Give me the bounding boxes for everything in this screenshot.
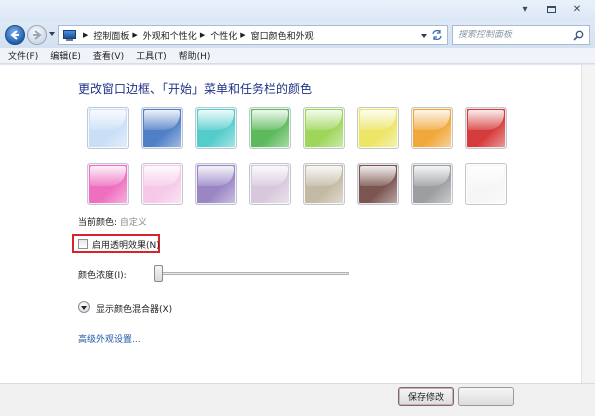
advanced-appearance-link[interactable]: 高级外观设置... — [78, 332, 141, 345]
back-button[interactable] — [5, 25, 25, 45]
caption-buttons: ▾ ✕ — [513, 2, 589, 17]
transparency-label[interactable]: 启用透明效果(N) — [92, 238, 160, 251]
search-box[interactable] — [452, 25, 590, 45]
color-swatch-twilight[interactable] — [141, 107, 183, 149]
color-swatch-fuchsia[interactable] — [87, 163, 129, 205]
close-button[interactable]: ✕ — [565, 2, 589, 17]
swatch-gloss — [468, 110, 504, 130]
recent-pages-dropdown[interactable] — [49, 32, 55, 36]
swatch-gloss — [306, 166, 342, 186]
color-swatch-ruby[interactable] — [465, 107, 507, 149]
address-bar[interactable]: ▶ 控制面板 ▶ 外观和个性化 ▶ 个性化 ▶ 窗口颜色和外观 — [58, 25, 448, 45]
chevron-down-icon — [81, 305, 87, 310]
expand-mixer-button[interactable] — [78, 301, 90, 313]
menu-edit[interactable]: 编辑(E) — [46, 49, 85, 62]
swatch-gloss — [90, 166, 126, 186]
color-swatch-pumpkin[interactable] — [411, 107, 453, 149]
menu-tools[interactable]: 工具(T) — [132, 49, 171, 62]
maximize-icon — [546, 6, 556, 13]
color-swatch-lemon[interactable] — [357, 107, 399, 149]
breadcrumb-window-color[interactable]: 窗口颜色和外观 — [251, 29, 314, 42]
color-swatch-lime[interactable] — [303, 107, 345, 149]
arrow-left-icon — [10, 30, 19, 40]
cancel-button[interactable] — [458, 387, 514, 406]
breadcrumb-appearance[interactable]: 外观和个性化 — [143, 29, 197, 42]
color-intensity-label: 颜色浓度(I): — [78, 271, 127, 281]
color-swatch-slate[interactable] — [411, 163, 453, 205]
color-swatch-leaf[interactable] — [249, 107, 291, 149]
breadcrumb-arrow-icon[interactable]: ▶ — [83, 31, 88, 39]
swatch-gloss — [414, 110, 450, 130]
menu-bar: 文件(F) 编辑(E) 查看(V) 工具(T) 帮助(H) — [0, 48, 595, 64]
swatch-gloss — [144, 110, 180, 130]
color-swatch-sea[interactable] — [195, 107, 237, 149]
address-dropdown-icon[interactable] — [421, 34, 427, 38]
menu-file[interactable]: 文件(F) — [4, 49, 42, 62]
color-mixer-label[interactable]: 显示颜色混合器(X) — [96, 302, 172, 315]
minimize-button[interactable]: ▾ — [513, 2, 537, 17]
color-swatch-blush[interactable] — [141, 163, 183, 205]
vertical-scrollbar[interactable] — [581, 65, 595, 383]
menu-help[interactable]: 帮助(H) — [175, 49, 215, 62]
color-swatch-chocolate[interactable] — [357, 163, 399, 205]
swatch-gloss — [360, 166, 396, 186]
swatch-gloss — [252, 110, 288, 130]
save-changes-button[interactable]: 保存修改 — [398, 387, 454, 406]
arrow-right-icon — [33, 30, 42, 40]
swatch-gloss — [360, 110, 396, 130]
swatch-gloss — [252, 166, 288, 186]
breadcrumb-arrow-icon[interactable]: ▶ — [240, 31, 245, 39]
swatch-gloss — [90, 110, 126, 130]
navigation-bar: ▶ 控制面板 ▶ 外观和个性化 ▶ 个性化 ▶ 窗口颜色和外观 — [0, 22, 595, 48]
swatch-gloss — [414, 166, 450, 186]
swatch-gloss — [198, 110, 234, 130]
color-swatch-frost[interactable] — [465, 163, 507, 205]
title-bar: ▾ ✕ — [0, 0, 595, 22]
search-input[interactable] — [458, 30, 568, 40]
current-color-value: 自定义 — [119, 218, 147, 228]
current-color-label: 当前颜色: — [78, 218, 118, 228]
color-intensity-slider[interactable] — [156, 272, 349, 275]
refresh-icon[interactable] — [431, 29, 443, 41]
search-icon[interactable] — [573, 30, 584, 41]
transparency-checkbox[interactable] — [78, 239, 88, 249]
swatch-gloss — [198, 166, 234, 186]
breadcrumb-arrow-icon[interactable]: ▶ — [200, 31, 205, 39]
current-color-readout: 当前颜色: 自定义 — [78, 215, 147, 228]
color-intensity-thumb[interactable] — [154, 265, 163, 282]
color-swatch-lavender[interactable] — [249, 163, 291, 205]
forward-button[interactable] — [27, 25, 47, 45]
color-swatch-sky[interactable] — [87, 107, 129, 149]
menu-view[interactable]: 查看(V) — [89, 49, 128, 62]
page-title: 更改窗口边框、「开始」菜单和任务栏的颜色 — [78, 82, 313, 96]
swatch-gloss — [468, 166, 504, 186]
color-swatch-taupe[interactable] — [303, 163, 345, 205]
swatch-gloss — [144, 166, 180, 186]
control-panel-icon — [63, 29, 76, 41]
breadcrumb-arrow-icon[interactable]: ▶ — [132, 31, 137, 39]
breadcrumb-control-panel[interactable]: 控制面板 — [93, 29, 129, 42]
color-swatch-violet[interactable] — [195, 163, 237, 205]
maximize-button[interactable] — [539, 2, 563, 17]
breadcrumb-personalization[interactable]: 个性化 — [210, 29, 237, 42]
swatch-gloss — [306, 110, 342, 130]
